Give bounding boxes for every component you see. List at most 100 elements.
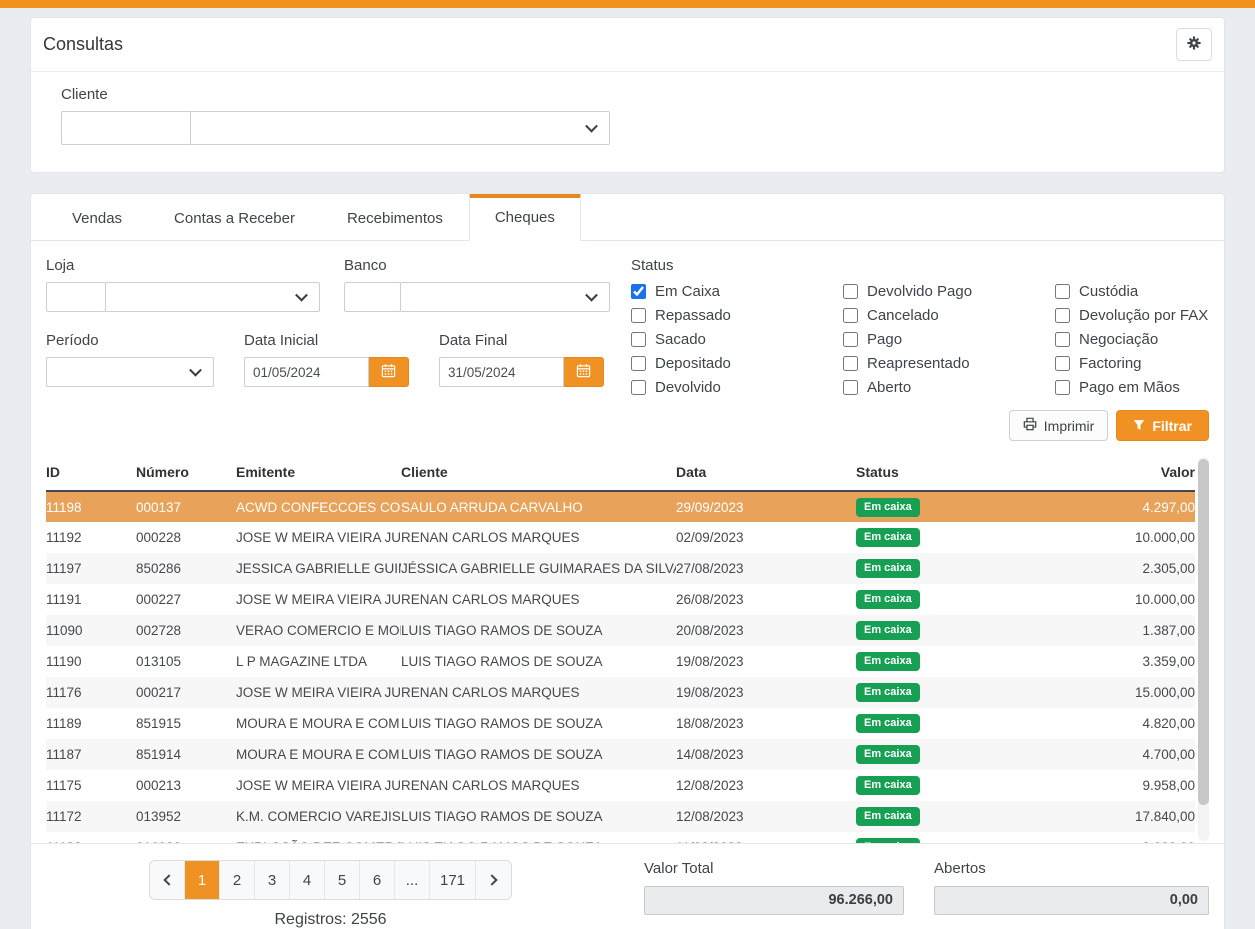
banco-select[interactable] <box>400 282 610 312</box>
status-checkbox[interactable] <box>631 284 646 299</box>
data-inicial-input[interactable] <box>244 357 369 387</box>
status-option[interactable]: Cancelado <box>843 307 1055 324</box>
status-option[interactable]: Repassado <box>631 307 843 324</box>
page-button[interactable]: 1 <box>185 861 220 899</box>
page-button[interactable]: 5 <box>325 861 360 899</box>
table-row[interactable]: 11187851914MOURA E MOURA E COM VA…LUIS T… <box>46 739 1195 770</box>
cell-numero: 000217 <box>136 677 236 708</box>
imprimir-button[interactable]: Imprimir <box>1009 410 1109 441</box>
status-badge: Em caixa <box>856 838 920 843</box>
loja-select[interactable] <box>105 282 320 312</box>
cell-data: 12/08/2023 <box>676 801 856 832</box>
cell-cliente: LUIS TIAGO RAMOS DE SOUZA <box>401 739 676 770</box>
prev-page-button[interactable] <box>150 861 185 899</box>
status-checkbox[interactable] <box>1055 332 1070 347</box>
cell-valor: 10.000,00 <box>1046 522 1195 553</box>
table-row[interactable]: 11198000137ACWD CONFECCOES COMER…SAULO A… <box>46 491 1195 522</box>
status-option[interactable]: Devolução por FAX <box>1055 307 1255 324</box>
table-row[interactable]: 11172013952K.M. COMERCIO VAREJISTA …LUIS… <box>46 801 1195 832</box>
chevron-right-icon <box>486 874 497 885</box>
data-final-input[interactable] <box>439 357 564 387</box>
cell-status: Em caixa <box>856 584 1046 615</box>
status-label: Status <box>631 257 1255 274</box>
status-option-label: Devolução por FAX <box>1079 307 1208 324</box>
cell-cliente: SAULO ARRUDA CARVALHO <box>401 491 676 522</box>
next-page-button[interactable] <box>476 861 511 899</box>
table-row[interactable]: 11197850286JESSICA GABRIELLE GUIMA…JÉSSI… <box>46 553 1195 584</box>
data-final-group: Data Final <box>439 332 604 387</box>
table-row[interactable]: 11090002728VERAO COMERCIO E MODAS…LUIS T… <box>46 615 1195 646</box>
status-checkbox[interactable] <box>843 308 858 323</box>
status-checkbox[interactable] <box>843 284 858 299</box>
status-checkbox[interactable] <box>631 332 646 347</box>
status-checkbox[interactable] <box>843 332 858 347</box>
loja-code-input[interactable] <box>46 282 106 312</box>
status-option-label: Cancelado <box>867 307 939 324</box>
table-row[interactable]: 11192000228JOSE W MEIRA VIEIRA JUNIORREN… <box>46 522 1195 553</box>
status-option-label: Devolvido Pago <box>867 283 972 300</box>
cheques-table-wrap: ID Número Emitente Cliente Data Status V… <box>46 455 1209 843</box>
cell-status: Em caixa <box>856 646 1046 677</box>
tab-vendas[interactable]: Vendas <box>46 194 148 241</box>
periodo-select[interactable] <box>46 357 214 387</box>
cliente-code-input[interactable] <box>61 111 191 145</box>
tab-cheques[interactable]: Cheques <box>469 194 581 241</box>
status-checkbox[interactable] <box>631 356 646 371</box>
cell-data: 20/08/2023 <box>676 615 856 646</box>
status-checkbox[interactable] <box>631 380 646 395</box>
cell-cliente: LUIS TIAGO RAMOS DE SOUZA <box>401 646 676 677</box>
table-row[interactable]: 11189851915MOURA E MOURA E COM VA…LUIS T… <box>46 708 1195 739</box>
tab-bar: Vendas Contas a Receber Recebimentos Che… <box>31 194 1224 241</box>
main-card: Vendas Contas a Receber Recebimentos Che… <box>30 193 1225 929</box>
status-checkbox[interactable] <box>1055 380 1070 395</box>
settings-button[interactable] <box>1176 28 1212 61</box>
table-row[interactable]: 11175000213JOSE W MEIRA VIEIRA JUNIORREN… <box>46 770 1195 801</box>
status-checkbox[interactable] <box>1055 308 1070 323</box>
filtrar-button[interactable]: Filtrar <box>1116 410 1209 441</box>
status-option[interactable]: Negociação <box>1055 331 1255 348</box>
status-option[interactable]: Reapresentado <box>843 355 1055 372</box>
cell-status: Em caixa <box>856 708 1046 739</box>
table-row[interactable]: 11190013105L P MAGAZINE LTDALUIS TIAGO R… <box>46 646 1195 677</box>
status-checkbox[interactable] <box>843 356 858 371</box>
tab-contas-a-receber[interactable]: Contas a Receber <box>148 194 321 241</box>
status-checkbox[interactable] <box>1055 284 1070 299</box>
cell-valor: 2.305,00 <box>1046 553 1195 584</box>
status-option-label: Repassado <box>655 307 731 324</box>
data-final-label: Data Final <box>439 332 604 349</box>
page-button[interactable]: 171 <box>430 861 476 899</box>
status-checkbox[interactable] <box>843 380 858 395</box>
table-scrollbar-thumb[interactable] <box>1198 459 1209 805</box>
cell-valor: 9.958,00 <box>1046 770 1195 801</box>
valor-total-group: Valor Total 96.266,00 <box>644 860 904 915</box>
table-row[interactable]: 11188016920EXPLOSÃO DEZ COMERCIOLUIS TIA… <box>46 832 1195 843</box>
status-checkbox[interactable] <box>631 308 646 323</box>
page-button[interactable]: 6 <box>360 861 395 899</box>
page-button[interactable]: 2 <box>220 861 255 899</box>
page-button[interactable]: 4 <box>290 861 325 899</box>
cell-emitente: JOSE W MEIRA VIEIRA JUNIOR <box>236 584 401 615</box>
status-option[interactable]: Pago em Mãos <box>1055 379 1255 396</box>
table-row[interactable]: 11176000217JOSE W MEIRA VIEIRA JUNIORREN… <box>46 677 1195 708</box>
status-option[interactable]: Factoring <box>1055 355 1255 372</box>
tab-recebimentos[interactable]: Recebimentos <box>321 194 469 241</box>
status-checkbox[interactable] <box>1055 356 1070 371</box>
data-inicial-calendar-button[interactable] <box>369 357 409 387</box>
status-option[interactable]: Depositado <box>631 355 843 372</box>
status-option-label: Pago <box>867 331 902 348</box>
table-scrollbar[interactable] <box>1198 457 1209 841</box>
table-row[interactable]: 11191000227JOSE W MEIRA VIEIRA JUNIORREN… <box>46 584 1195 615</box>
status-option[interactable]: Sacado <box>631 331 843 348</box>
page-button[interactable]: 3 <box>255 861 290 899</box>
cell-cliente: RENAN CARLOS MARQUES <box>401 584 676 615</box>
data-final-calendar-button[interactable] <box>564 357 604 387</box>
status-option[interactable]: Devolvido Pago <box>843 283 1055 300</box>
page-button[interactable]: ... <box>395 861 430 899</box>
banco-code-input[interactable] <box>344 282 401 312</box>
status-option[interactable]: Custódia <box>1055 283 1255 300</box>
status-option[interactable]: Devolvido <box>631 379 843 396</box>
status-option[interactable]: Aberto <box>843 379 1055 396</box>
cliente-select[interactable] <box>190 111 610 145</box>
status-option[interactable]: Pago <box>843 331 1055 348</box>
status-option[interactable]: Em Caixa <box>631 283 843 300</box>
